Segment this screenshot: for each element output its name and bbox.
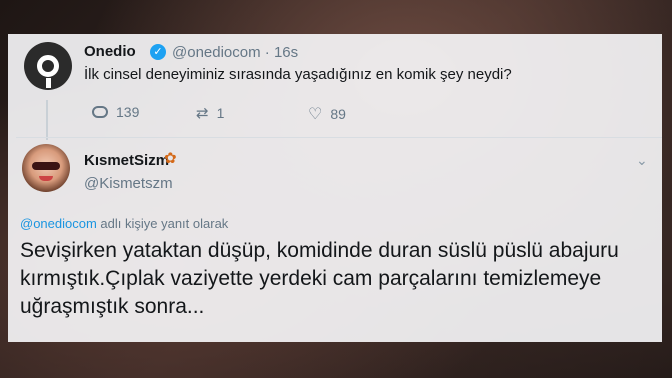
retweet-count: 1 bbox=[216, 105, 225, 121]
thread-connector bbox=[46, 100, 48, 140]
reply-text: Sevişirken yataktan düşüp, komidinde dur… bbox=[20, 239, 619, 318]
tweet-text: İlk cinsel deneyiminiz sırasında yaşadığ… bbox=[84, 66, 512, 83]
reply-author-handle[interactable]: @Kismetszm bbox=[84, 175, 173, 192]
bouquet-emoji-icon: ✿ bbox=[164, 150, 177, 167]
reply-icon bbox=[92, 106, 108, 118]
like-count: 89 bbox=[330, 106, 346, 122]
reply-button[interactable]: 139 bbox=[92, 104, 139, 120]
retweet-button[interactable]: ⇄ 1 bbox=[196, 104, 224, 122]
onedio-avatar[interactable] bbox=[24, 42, 72, 90]
reply-count: 139 bbox=[116, 104, 140, 120]
replying-mention-link[interactable]: @onediocom bbox=[20, 216, 97, 231]
tweet-time: · 16s bbox=[264, 44, 299, 61]
reply-avatar[interactable] bbox=[22, 144, 70, 192]
verified-badge-icon: ✓ bbox=[150, 44, 166, 60]
replying-label: adlı kişiye yanıt olarak bbox=[96, 216, 229, 231]
author-name[interactable]: Onedio bbox=[84, 43, 136, 60]
onedio-logo-icon bbox=[37, 55, 59, 77]
tweet-card: Onedio ✓ @onediocom · 16s İlk cinsel den… bbox=[8, 34, 662, 342]
author-handle[interactable]: @onediocom bbox=[172, 44, 261, 61]
like-button[interactable]: ♡ 89 bbox=[308, 104, 346, 124]
chevron-down-icon[interactable]: ⌄ bbox=[636, 152, 648, 169]
replying-to: @onediocom adlı kişiye yanıt olarak bbox=[20, 216, 228, 231]
retweet-icon: ⇄ bbox=[196, 105, 209, 122]
heart-icon: ♡ bbox=[308, 106, 323, 123]
divider bbox=[16, 137, 662, 138]
reply-author-name[interactable]: KısmetSizm bbox=[84, 152, 169, 169]
